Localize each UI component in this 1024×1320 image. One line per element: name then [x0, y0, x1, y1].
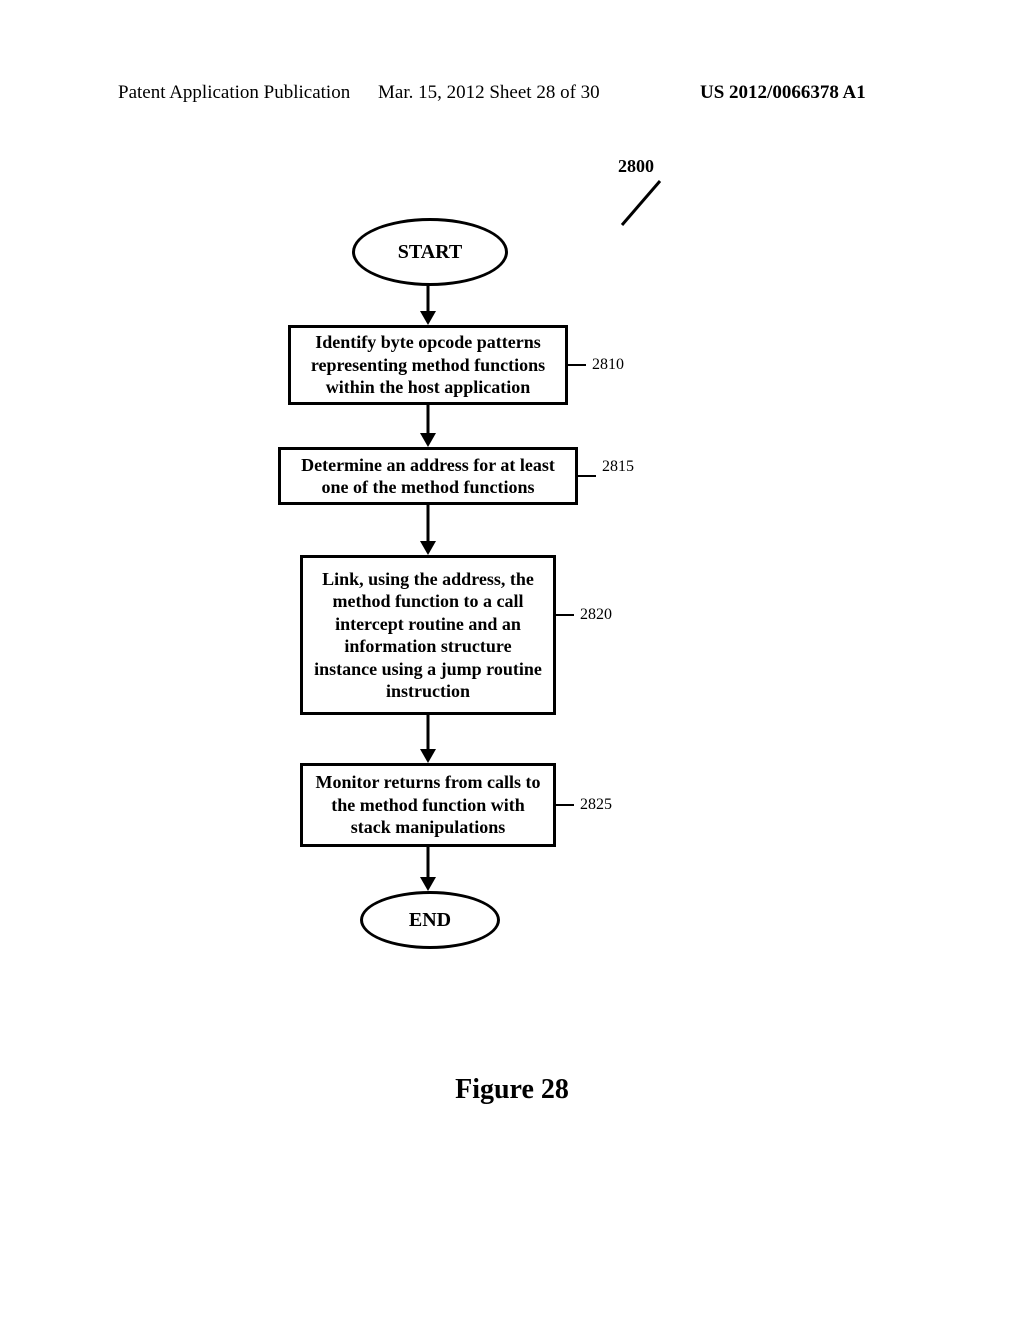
process-box-2810: Identify byte opcode patterns representi… — [288, 325, 568, 405]
arrow-2820-to-2825 — [425, 715, 431, 763]
ref-label-2810: 2810 — [592, 356, 624, 374]
process-text: Determine an address for at least one of… — [289, 454, 567, 499]
ref-tick-2810 — [568, 364, 586, 366]
arrow-start-to-2810 — [425, 283, 431, 325]
terminator-end-label: END — [409, 909, 451, 932]
process-text: Link, using the address, the method func… — [311, 568, 545, 703]
process-text: Monitor returns from calls to the method… — [311, 771, 545, 839]
arrow-2825-to-end — [425, 847, 431, 891]
figure-caption: Figure 28 — [0, 1074, 1024, 1106]
header-patent-number: US 2012/0066378 A1 — [700, 82, 866, 104]
ref-tick-2815 — [578, 475, 596, 477]
process-box-2825: Monitor returns from calls to the method… — [300, 763, 556, 847]
ref-label-2825: 2825 — [580, 796, 612, 814]
process-box-2815: Determine an address for at least one of… — [278, 447, 578, 505]
ref-tick-2820 — [556, 614, 574, 616]
arrow-2815-to-2820 — [425, 505, 431, 555]
page: Patent Application Publication Mar. 15, … — [0, 0, 1024, 1320]
terminator-end: END — [360, 891, 500, 949]
header-publication: Patent Application Publication — [118, 82, 350, 104]
terminator-start: START — [352, 218, 508, 286]
header-date-sheet: Mar. 15, 2012 Sheet 28 of 30 — [378, 82, 600, 104]
process-text: Identify byte opcode patterns representi… — [299, 331, 557, 399]
figure-number-label: 2800 — [618, 156, 654, 177]
terminator-start-label: START — [398, 241, 463, 264]
figure-lead-line — [614, 175, 670, 231]
process-box-2820: Link, using the address, the method func… — [300, 555, 556, 715]
arrow-2810-to-2815 — [425, 405, 431, 447]
ref-label-2820: 2820 — [580, 606, 612, 624]
ref-label-2815: 2815 — [602, 458, 634, 476]
ref-tick-2825 — [556, 804, 574, 806]
